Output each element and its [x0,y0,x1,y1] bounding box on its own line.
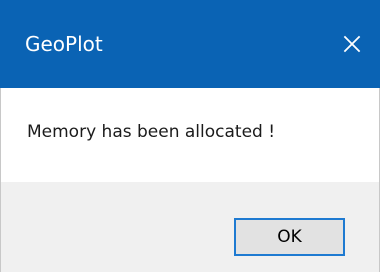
dialog-message: Memory has been allocated ! [27,122,276,142]
ok-button[interactable]: OK [234,218,345,256]
close-button[interactable] [324,0,380,88]
close-icon [342,34,362,54]
dialog-footer: OK [0,182,380,272]
message-dialog: GeoPlot Memory has been allocated ! OK [0,0,380,272]
dialog-content: Memory has been allocated ! [0,88,380,164]
ok-button-label: OK [277,227,302,247]
title-bar: GeoPlot [0,0,380,88]
window-title: GeoPlot [25,32,103,56]
dialog-left-border [0,88,1,272]
